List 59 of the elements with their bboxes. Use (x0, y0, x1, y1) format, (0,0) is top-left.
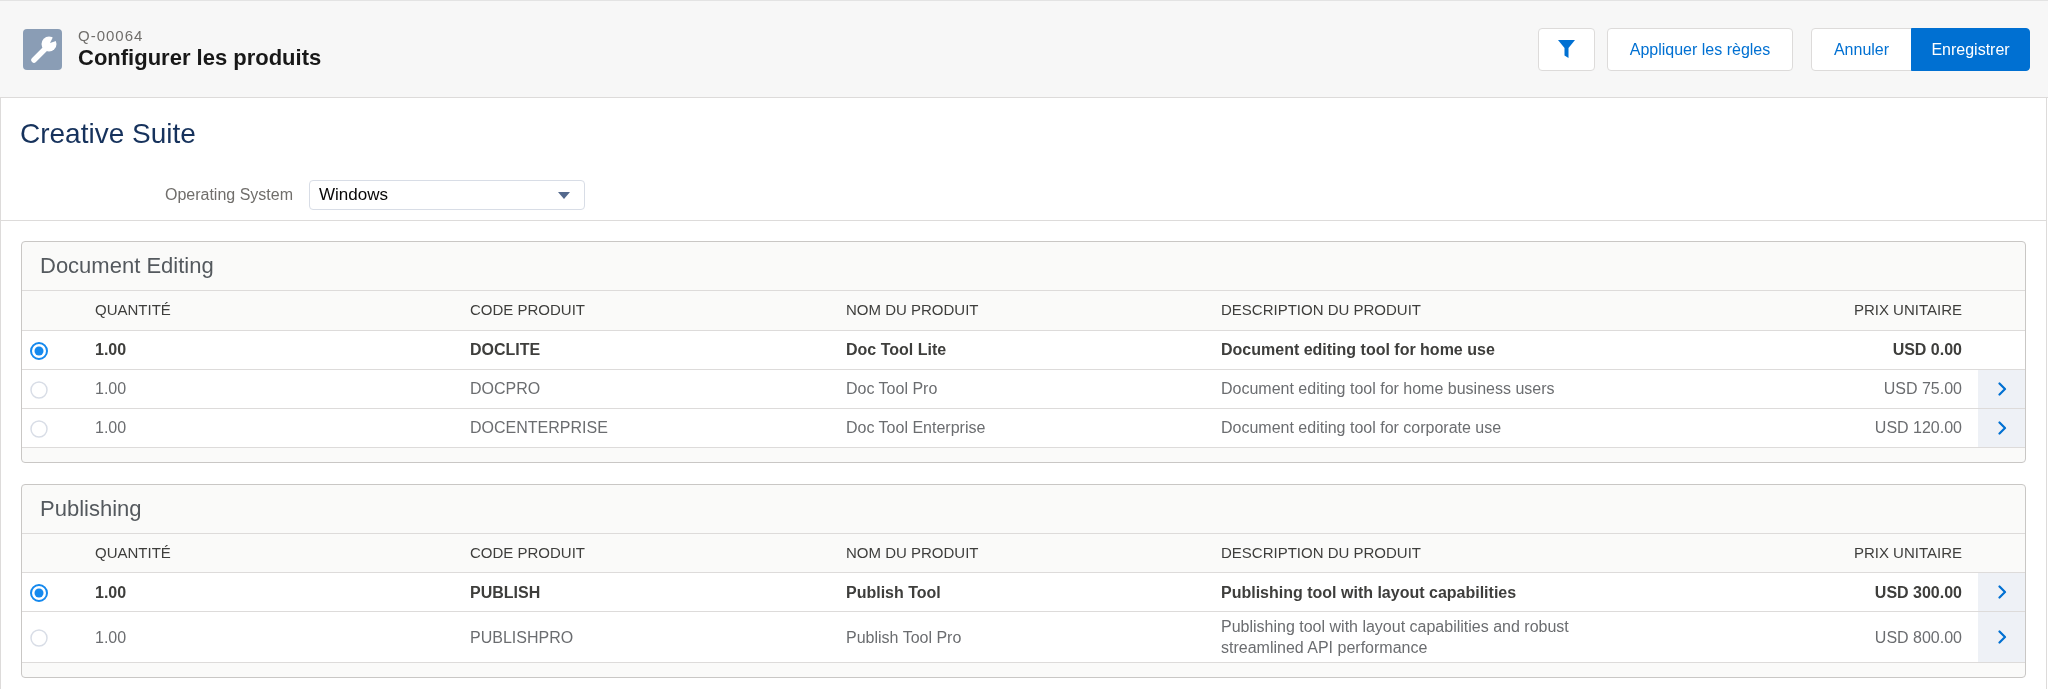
radio-button[interactable] (30, 584, 48, 603)
chevron-right-icon (1997, 420, 2007, 435)
column-header: DESCRIPTION DU PRODUIT (1221, 542, 1421, 563)
quantity-cell-text: 1.00 (95, 627, 127, 648)
chevron-right-icon (1997, 585, 2007, 599)
product-code-cell-text: DOCENTERPRISE (470, 418, 608, 438)
product-name-cell-text: Doc Tool Lite (846, 340, 947, 360)
quantity-cell-text: 1.00 (95, 379, 127, 399)
bundle-title: Creative Suite (19, 117, 197, 151)
column-header: DESCRIPTION DU PRODUIT (1221, 300, 1421, 320)
wrench-icon (23, 28, 62, 70)
column-header: CODE PRODUIT (470, 300, 585, 320)
description-cell-text: Publishing tool with layout capabilities and robust streamlined API performance (1221, 617, 1570, 658)
column-header: QUANTITÉ (95, 300, 171, 320)
filter-icon (1558, 40, 1575, 58)
column-header: PRIX UNITAIRE (1853, 542, 1962, 563)
product-name-cell-text: Doc Tool Pro (846, 379, 938, 399)
column-header: NOM DU PRODUIT (846, 542, 979, 563)
product-code-cell-text: DOCLITE (470, 340, 541, 360)
column-header: PRIX UNITAIRE (1853, 300, 1962, 320)
price-cell-text: USD 120.00 (1874, 418, 1962, 438)
configure-button[interactable] (1978, 369, 2025, 408)
product-code-cell-text: PUBLISH (470, 582, 541, 603)
product-code-cell-text: PUBLISHPRO (470, 627, 574, 648)
page-title: Configurer les produits (78, 45, 322, 71)
radio-button[interactable] (30, 341, 48, 360)
configure-button[interactable] (1978, 612, 2025, 662)
record-number: Q-00064 (78, 27, 145, 45)
quantity-cell-text: 1.00 (95, 340, 127, 360)
group-title: Document Editing (40, 253, 214, 278)
product-name-cell-text: Publish Tool Pro (846, 627, 962, 648)
chevron-right-icon (1997, 381, 2007, 396)
caret-down-icon (558, 191, 570, 199)
operating-system-dropdown[interactable]: Windows (309, 180, 585, 210)
quantity-cell-text: 1.00 (95, 582, 127, 603)
configure-button[interactable] (1978, 408, 2025, 447)
cancel-button[interactable]: Annuler (1811, 27, 1912, 71)
product-code-cell-text: DOCPRO (470, 379, 541, 399)
field-label: Operating System (164, 185, 293, 205)
apply-rules-button[interactable]: Appliquer les règles (1607, 27, 1793, 71)
group-title: Publishing (40, 495, 142, 521)
column-header: QUANTITÉ (95, 542, 171, 563)
column-header: CODE PRODUIT (470, 542, 585, 563)
price-cell-text: USD 0.00 (1892, 340, 1962, 360)
product-name-cell-text: Doc Tool Enterprise (846, 418, 986, 438)
column-header: NOM DU PRODUIT (846, 300, 979, 320)
quantity-cell-text: 1.00 (95, 418, 127, 438)
price-cell-text: USD 75.00 (1883, 379, 1962, 399)
description-cell-text: Document editing tool for home business users (1221, 379, 1555, 399)
price-cell-text: USD 300.00 (1874, 582, 1962, 603)
filter-button[interactable] (1538, 27, 1595, 71)
product-name-cell-text: Publish Tool (846, 582, 941, 603)
chevron-right-icon (1997, 630, 2007, 644)
description-cell-text: Document editing tool for home use (1221, 340, 1495, 360)
configure-button[interactable] (1978, 573, 2025, 611)
save-button[interactable]: Enregistrer (1911, 27, 2030, 71)
price-cell-text: USD 800.00 (1874, 627, 1962, 648)
description-cell-text: Publishing tool with layout capabilities (1221, 582, 1517, 603)
description-cell-text: Document editing tool for corporate use (1221, 418, 1502, 438)
